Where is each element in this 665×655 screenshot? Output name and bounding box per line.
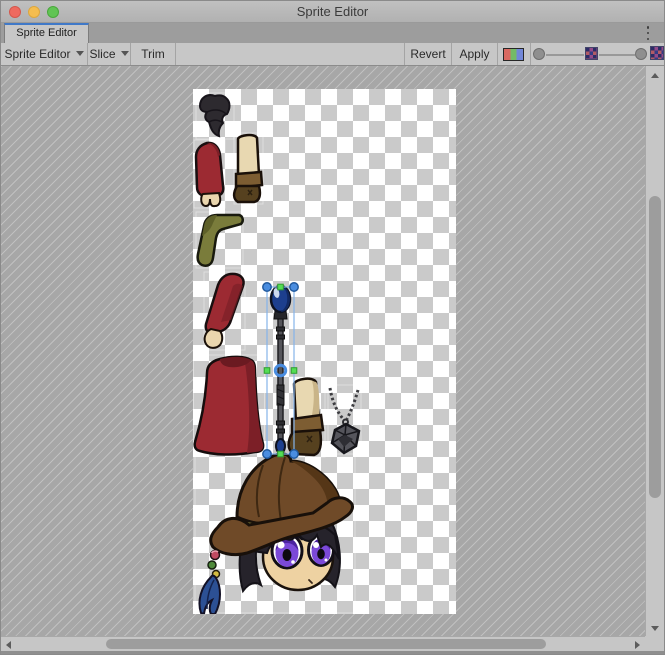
mip-texture-large-icon [650,46,664,60]
scroll-down-icon[interactable] [651,626,659,631]
chevron-down-icon [121,51,129,56]
zoom-slider-track[interactable] [546,54,584,56]
tab-sprite-editor[interactable]: Sprite Editor [4,23,89,43]
horizontal-scrollbar-thumb[interactable] [106,639,546,649]
apply-button[interactable]: Apply [452,43,497,65]
revert-button[interactable]: Revert [405,43,451,65]
sprite-silver-pendant[interactable] [330,388,359,453]
scroll-left-icon[interactable] [6,641,11,649]
texture-sprites [193,89,456,614]
close-button[interactable] [9,6,21,18]
sprite-tan-boot[interactable] [234,135,262,202]
scroll-right-icon[interactable] [635,641,640,649]
scrollbar-corner [645,636,664,651]
horizontal-scrollbar[interactable] [1,636,647,651]
window-titlebar[interactable]: Sprite Editor [1,1,664,23]
sprite-magic-staff[interactable] [271,286,290,453]
window-bottom-edge [1,651,664,654]
sprite-editor-window: Sprite Editor Sprite Editor Sprite Edito… [0,0,665,655]
vertical-scrollbar-thumb[interactable] [649,196,661,498]
scroll-up-icon[interactable] [651,73,659,78]
sprite-red-sleeve[interactable] [196,143,223,206]
rgb-channels-icon[interactable] [503,48,524,61]
sprite-hair-tuft[interactable] [200,95,230,136]
mip-texture-small-icon [585,47,598,60]
sprite-red-arm[interactable] [205,274,244,348]
sprite-red-robe[interactable] [195,357,264,455]
vertical-scrollbar[interactable] [645,66,664,638]
window-title: Sprite Editor [1,1,664,22]
minimize-button[interactable] [28,6,40,18]
sprite-character-head[interactable] [199,454,352,614]
mip-slider-handle[interactable] [635,48,647,60]
texture-area[interactable] [193,89,456,614]
mip-slider-track[interactable] [599,54,635,56]
trim-button[interactable]: Trim [131,43,175,65]
toolbar: Sprite Editor Slice Trim Revert Apply [1,43,664,66]
kebab-menu-icon[interactable] [646,26,650,40]
zoom-slider-handle[interactable] [533,48,545,60]
zoom-window-button[interactable] [47,6,59,18]
tab-bar: Sprite Editor [1,23,664,43]
sprite-editor-dropdown[interactable]: Sprite Editor [1,43,87,65]
slice-dropdown[interactable]: Slice [88,43,130,65]
sprite-canvas[interactable] [1,66,647,638]
sprite-green-scarf[interactable] [198,215,243,266]
chevron-down-icon [76,51,84,56]
